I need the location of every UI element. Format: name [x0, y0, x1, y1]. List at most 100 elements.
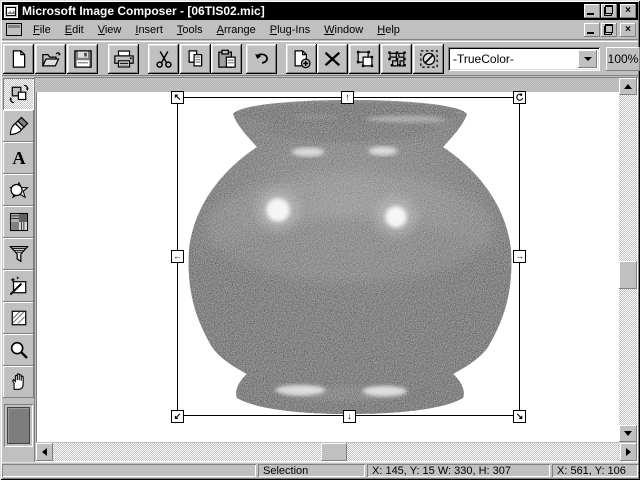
paste-button[interactable] — [211, 44, 242, 74]
arrow-right-icon — [626, 448, 635, 456]
resize-handle-n[interactable]: ↑ — [341, 91, 354, 104]
restore-button[interactable] — [601, 4, 617, 18]
resize-handle-se[interactable]: ↘ — [513, 410, 526, 423]
save-icon — [73, 49, 93, 69]
paste-icon — [217, 49, 237, 69]
menu-insert[interactable]: Insert — [128, 21, 170, 39]
menu-tools[interactable]: Tools — [170, 21, 210, 39]
resize-handle-w[interactable]: ← — [171, 250, 184, 263]
close-button[interactable]: × — [620, 4, 636, 18]
scroll-up-button[interactable] — [619, 78, 637, 95]
restore-icon — [605, 7, 612, 14]
menu-plugins[interactable]: Plug-Ins — [263, 21, 317, 39]
selection-bounding-box[interactable] — [177, 97, 520, 416]
scroll-down-button[interactable] — [619, 425, 637, 442]
pan-tool-button[interactable] — [3, 366, 34, 398]
art-effects-tool-button[interactable] — [3, 270, 34, 302]
rotate-handle[interactable] — [513, 91, 526, 104]
status-pointer-info: X: 561, Y: 106 — [557, 465, 626, 477]
clear-selection-button[interactable] — [413, 44, 444, 74]
mdi-restore-button[interactable] — [601, 23, 617, 37]
color-format-value: -TrueColor- — [448, 52, 578, 66]
horizontal-scroll-thumb[interactable] — [321, 443, 347, 461]
minimize-button[interactable] — [584, 4, 600, 18]
resize-handle-e[interactable]: → — [513, 250, 526, 263]
arrow-down-icon: ↓ — [347, 412, 352, 421]
menu-help[interactable]: Help — [370, 21, 407, 39]
menu-arrange[interactable]: Arrange — [210, 21, 263, 39]
insert-image-button[interactable] — [286, 44, 317, 74]
rotate-icon — [515, 93, 524, 102]
patterns-fills-tool-button[interactable] — [3, 206, 34, 238]
status-mode: Selection — [263, 465, 308, 477]
arrange-icon — [8, 83, 30, 105]
scroll-left-button[interactable] — [36, 443, 53, 461]
resize-handle-nw[interactable]: ↖ — [171, 91, 184, 104]
menu-view[interactable]: View — [91, 21, 129, 39]
undo-button[interactable] — [246, 44, 277, 74]
color-tuning-icon — [8, 307, 30, 329]
mdi-close-button[interactable]: × — [620, 23, 636, 37]
warps-filters-tool-button[interactable] — [3, 238, 34, 270]
color-format-select[interactable]: -TrueColor- — [448, 47, 600, 71]
current-color-well[interactable] — [4, 404, 33, 447]
shapes-tool-button[interactable] — [3, 174, 34, 206]
clear-selection-icon — [419, 49, 439, 69]
arrow-se-icon: ↘ — [516, 412, 524, 421]
paint-brush-icon — [8, 115, 30, 137]
arrange-tool-button[interactable] — [3, 78, 34, 110]
mdi-minimize-button[interactable] — [584, 23, 600, 37]
window-title: Microsoft Image Composer - [06TIS02.mic] — [22, 4, 583, 18]
status-message-panel — [2, 464, 256, 477]
menu-edit[interactable]: Edit — [58, 21, 91, 39]
arrow-left-icon — [38, 448, 47, 456]
magnifier-icon — [8, 339, 30, 361]
vertical-scroll-thumb[interactable] — [619, 261, 637, 289]
zoom-tool-button[interactable] — [3, 334, 34, 366]
scroll-right-button[interactable] — [620, 443, 637, 461]
close-icon: × — [625, 25, 631, 35]
title-bar[interactable]: Microsoft Image Composer - [06TIS02.mic]… — [2, 2, 638, 20]
close-icon: × — [625, 6, 631, 16]
restore-icon — [605, 26, 612, 33]
delete-button[interactable] — [317, 44, 348, 74]
zoom-level-value: 100% — [608, 52, 639, 66]
save-button[interactable] — [67, 44, 98, 74]
vertical-scrollbar[interactable] — [619, 78, 637, 442]
status-selection-info: X: 145, Y: 15 W: 330, H: 307 — [372, 465, 511, 477]
minimize-icon — [587, 13, 594, 15]
open-button[interactable] — [35, 44, 66, 74]
arrow-up-icon: ↑ — [345, 93, 350, 102]
combo-dropdown-button[interactable] — [578, 50, 597, 68]
patterns-fills-icon — [8, 211, 30, 233]
app-icon[interactable] — [4, 5, 18, 18]
text-icon: A — [8, 147, 30, 169]
arrow-right-icon: → — [515, 252, 524, 261]
delete-icon — [323, 49, 343, 69]
new-button[interactable] — [3, 44, 34, 74]
resize-handle-sw[interactable]: ↙ — [171, 410, 184, 423]
menu-window[interactable]: Window — [317, 21, 370, 39]
chevron-down-icon — [584, 57, 592, 65]
text-tool-button[interactable]: A — [3, 142, 34, 174]
new-icon — [9, 49, 29, 69]
paint-tool-button[interactable] — [3, 110, 34, 142]
horizontal-scrollbar[interactable] — [36, 443, 637, 461]
arrow-sw-icon: ↙ — [174, 412, 182, 421]
arrow-down-icon — [624, 431, 632, 440]
svg-text:A: A — [12, 148, 26, 168]
minimize-icon — [587, 32, 594, 34]
copy-button[interactable] — [180, 44, 211, 74]
document-icon[interactable] — [6, 23, 22, 36]
cut-button[interactable] — [148, 44, 179, 74]
toolbox: A — [2, 77, 35, 462]
duplicate-button[interactable] — [349, 44, 380, 74]
print-button[interactable] — [108, 44, 139, 74]
menu-file[interactable]: File — [26, 21, 58, 39]
color-tuning-tool-button[interactable] — [3, 302, 34, 334]
toolbar: -TrueColor- 100% — [2, 41, 638, 76]
resize-handle-s[interactable]: ↓ — [343, 410, 356, 423]
zoom-level-control[interactable]: 100% — [606, 47, 640, 71]
select-all-button[interactable] — [381, 44, 412, 74]
status-mode-panel: Selection — [258, 464, 365, 477]
